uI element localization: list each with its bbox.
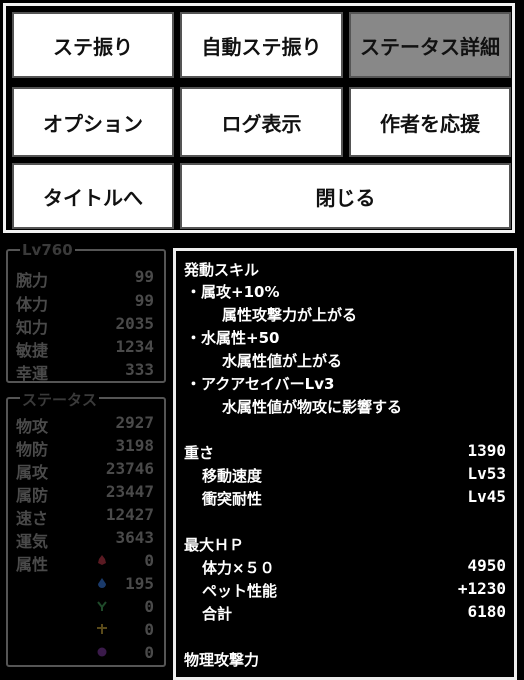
attribute-label: 属性 <box>16 555 49 574</box>
stat-row: 幸運 333 <box>16 360 154 383</box>
status-detail-button[interactable]: ステータス詳細 <box>349 12 511 78</box>
auto-stat-allocate-button[interactable]: 自動ステ振り <box>180 12 343 78</box>
impact-resist-value: Lv45 <box>467 487 506 506</box>
stat-value: 3643 <box>115 528 154 547</box>
stat-value: 2035 <box>115 314 154 333</box>
stat-value: 99 <box>134 291 154 310</box>
stat-value: 23447 <box>105 482 154 501</box>
skill-name: ・水属性+50 <box>186 329 280 347</box>
stat-row: 属攻 23746 <box>16 459 154 482</box>
stat-row: 物攻 2927 <box>16 413 154 436</box>
hp-row-label: ペット性能 <box>202 582 278 600</box>
attribute-value: 0 <box>144 643 154 662</box>
stat-row: 敏捷 1234 <box>16 337 154 360</box>
weight-value: 1390 <box>467 441 506 460</box>
stat-label: 物攻 <box>16 417 49 436</box>
stat-value: 2927 <box>115 413 154 432</box>
level-title: Lv760 <box>20 241 75 259</box>
log-display-button[interactable]: ログ表示 <box>180 87 343 157</box>
stat-label: 属攻 <box>16 463 49 482</box>
skill-desc: 水属性値が上がる <box>222 352 343 370</box>
attribute-value: 0 <box>144 597 154 616</box>
attribute-row: 0 <box>16 597 154 619</box>
stat-value: 1234 <box>115 337 154 356</box>
move-speed-label: 移動速度 <box>202 467 263 485</box>
stat-label: 属防 <box>16 486 49 505</box>
attribute-value: 0 <box>144 620 154 639</box>
hp-row-value: +1230 <box>457 579 506 598</box>
base-stats-box: Lv760 腕力 99 体力 99 知力 2035 敏捷 1234 幸運 333 <box>6 241 166 383</box>
hp-row-label: 体力×５０ <box>202 559 275 577</box>
status-box: ステータス 物攻 2927 物防 3198 属攻 23746 属防 23447 … <box>6 389 166 667</box>
attribute-row: 195 <box>16 574 154 596</box>
max-hp-heading: 最大ＨＰ <box>184 536 245 554</box>
stat-allocate-button[interactable]: ステ振り <box>12 12 174 78</box>
attribute-row: 0 <box>16 643 154 665</box>
skill-desc: 水属性値が物攻に影響する <box>222 398 403 416</box>
stat-label: 敏捷 <box>16 341 49 360</box>
to-title-button[interactable]: タイトルへ <box>12 163 174 229</box>
phys-attack-heading: 物理攻撃力 <box>184 651 260 669</box>
status-title: ステータス <box>20 389 100 410</box>
stat-label: 速さ <box>16 509 49 528</box>
water-icon <box>98 578 106 588</box>
dark-icon <box>97 647 107 657</box>
attribute-row: 属性 0 <box>16 551 154 574</box>
weight-label: 重さ <box>184 444 215 462</box>
stat-label: 知力 <box>16 318 49 337</box>
close-button[interactable]: 閉じる <box>180 163 511 229</box>
stat-row: 物防 3198 <box>16 436 154 459</box>
skills-heading: 発動スキル <box>184 261 260 279</box>
attribute-value: 195 <box>125 574 154 593</box>
stat-row: 速さ 12427 <box>16 505 154 528</box>
stat-label: 幸運 <box>16 364 49 383</box>
wind-icon <box>97 601 107 611</box>
stat-value: 333 <box>125 360 154 379</box>
stat-label: 腕力 <box>16 271 49 290</box>
skill-name: ・属攻+10% <box>186 283 280 301</box>
move-speed-value: Lv53 <box>467 464 506 483</box>
stat-value: 3198 <box>115 436 154 455</box>
stat-value: 12427 <box>105 505 154 524</box>
stat-value: 99 <box>134 267 154 286</box>
stat-row: 運気 3643 <box>16 528 154 551</box>
skill-name: ・アクアセイバーLv3 <box>186 375 335 393</box>
impact-resist-label: 衝突耐性 <box>202 490 263 508</box>
support-author-button[interactable]: 作者を応援 <box>349 87 511 157</box>
attribute-value: 0 <box>144 551 154 570</box>
stat-row: 知力 2035 <box>16 314 154 337</box>
skill-desc: 属性攻撃力が上がる <box>222 306 358 324</box>
stat-row: 体力 99 <box>16 291 154 314</box>
hp-row-value: 6180 <box>467 602 506 621</box>
stat-label: 体力 <box>16 295 49 314</box>
attribute-row: 0 <box>16 620 154 642</box>
fire-icon <box>98 555 106 565</box>
stat-row: 腕力 99 <box>16 267 154 290</box>
hp-row-value: 4950 <box>467 556 506 575</box>
stat-value: 23746 <box>105 459 154 478</box>
status-detail-panel: 発動スキル ・属攻+10% 属性攻撃力が上がる ・水属性+50 水属性値が上がる… <box>173 248 517 680</box>
hp-row-label: 合計 <box>202 605 233 623</box>
earth-icon <box>97 624 107 634</box>
stat-label: 運気 <box>16 532 49 551</box>
options-button[interactable]: オプション <box>12 87 174 157</box>
stat-row: 属防 23447 <box>16 482 154 505</box>
stat-label: 物防 <box>16 440 49 459</box>
